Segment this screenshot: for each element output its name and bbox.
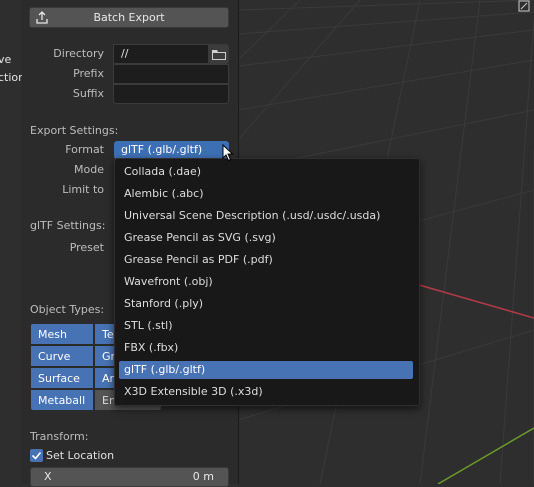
- format-dropdown-menu: Collada (.dae) Alembic (.abc) Universal …: [114, 158, 420, 406]
- menu-item-grease-pencil-pdf[interactable]: Grease Pencil as PDF (.pdf): [119, 251, 413, 269]
- menu-item-x3d[interactable]: X3D Extensible 3D (.x3d): [119, 383, 413, 401]
- batch-export-label: Batch Export: [93, 11, 165, 24]
- menu-item-fbx[interactable]: FBX (.fbx): [119, 339, 413, 357]
- prefix-label: Prefix: [73, 67, 104, 80]
- x-value: 0 m: [192, 470, 214, 483]
- gltf-settings-title: glTF Settings:: [30, 219, 106, 232]
- x-label: X: [44, 470, 52, 483]
- directory-label: Directory: [53, 47, 104, 60]
- menu-item-label: FBX (.fbx): [124, 341, 179, 354]
- mode-label: Mode: [74, 163, 104, 176]
- menu-item-label: Alembic (.abc): [124, 187, 204, 200]
- menu-item-wavefront[interactable]: Wavefront (.obj): [119, 273, 413, 291]
- suffix-label: Suffix: [72, 87, 104, 100]
- viewport-label-clipped-1: ve: [0, 53, 12, 66]
- preset-label: Preset: [69, 241, 104, 254]
- export-settings-title: Export Settings:: [30, 124, 119, 137]
- menu-item-stl[interactable]: STL (.stl): [119, 317, 413, 335]
- menu-item-label: X3D Extensible 3D (.x3d): [124, 385, 263, 398]
- format-label: Format: [65, 143, 104, 156]
- checkbox-checked-icon: [31, 451, 42, 460]
- directory-field[interactable]: //: [113, 44, 209, 64]
- menu-item-label: Wavefront (.obj): [124, 275, 213, 288]
- menu-item-label: Stanford (.ply): [124, 297, 204, 310]
- menu-item-stanford[interactable]: Stanford (.ply): [119, 295, 413, 313]
- limit-to-label: Limit to: [62, 183, 104, 196]
- object-type-surface[interactable]: Surface: [30, 367, 94, 389]
- y-axis-line: [437, 427, 534, 485]
- object-type-mesh[interactable]: Mesh: [30, 323, 94, 345]
- transform-title: Transform:: [30, 430, 89, 443]
- suffix-field[interactable]: [113, 84, 229, 104]
- folder-icon: [211, 50, 226, 60]
- mouse-cursor-icon: [222, 144, 234, 162]
- location-x-field[interactable]: X 0 m: [30, 467, 229, 487]
- object-type-label: Curve: [38, 350, 71, 363]
- prefix-field[interactable]: [113, 64, 229, 84]
- browse-folder-button[interactable]: [208, 44, 229, 64]
- export-icon: [36, 11, 48, 24]
- menu-item-label: Grease Pencil as PDF (.pdf): [124, 253, 273, 266]
- object-type-curve[interactable]: Curve: [30, 345, 94, 367]
- batch-export-button[interactable]: Batch Export: [29, 7, 229, 28]
- menu-item-collada[interactable]: Collada (.dae): [119, 163, 413, 181]
- object-type-label: Metaball: [38, 394, 86, 407]
- format-dropdown[interactable]: glTF (.glb/.gltf): [114, 141, 229, 159]
- set-location-label: Set Location: [46, 449, 115, 462]
- object-type-metaball[interactable]: Metaball: [30, 389, 94, 411]
- set-location-checkbox[interactable]: [30, 449, 43, 462]
- menu-item-label: Collada (.dae): [124, 165, 202, 178]
- object-type-label: Mesh: [38, 328, 67, 341]
- menu-item-label: glTF (.glb/.gltf): [124, 363, 206, 376]
- viewport-gizmo-icon[interactable]: [518, 0, 530, 12]
- format-value: glTF (.glb/.gltf): [121, 143, 203, 156]
- menu-item-label: Grease Pencil as SVG (.svg): [124, 231, 276, 244]
- menu-item-label: STL (.stl): [124, 319, 173, 332]
- menu-item-grease-pencil-svg[interactable]: Grease Pencil as SVG (.svg): [119, 229, 413, 247]
- object-type-label: Surface: [38, 372, 80, 385]
- menu-item-usd[interactable]: Universal Scene Description (.usd/.usdc/…: [119, 207, 413, 225]
- object-types-title: Object Types:: [30, 303, 105, 316]
- object-type-label: Te: [102, 328, 114, 341]
- menu-item-label: Universal Scene Description (.usd/.usdc/…: [124, 209, 381, 222]
- menu-item-alembic[interactable]: Alembic (.abc): [119, 185, 413, 203]
- directory-value: //: [121, 47, 129, 60]
- menu-item-gltf[interactable]: glTF (.glb/.gltf): [119, 361, 413, 379]
- object-type-label: Ar: [102, 372, 115, 385]
